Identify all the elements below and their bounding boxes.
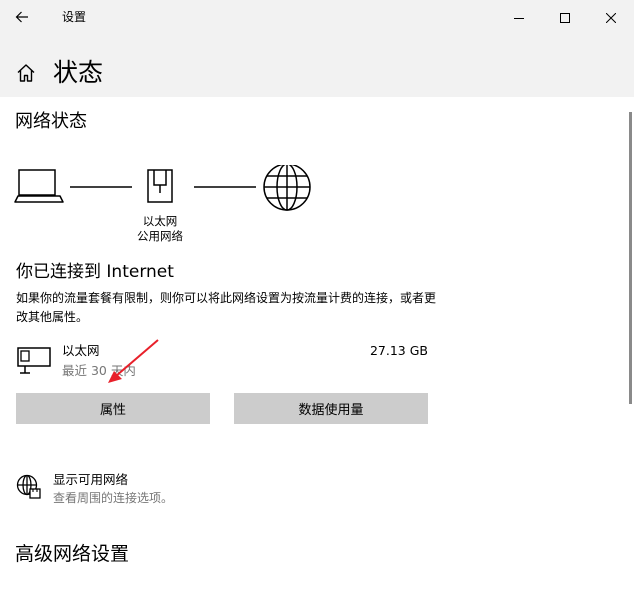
ethernet-port-icon bbox=[147, 169, 173, 203]
title-bar: 设置 bbox=[0, 0, 634, 35]
scrollbar[interactable] bbox=[629, 112, 632, 404]
minimize-button[interactable] bbox=[496, 0, 542, 35]
ethernet-name: 以太网 bbox=[62, 343, 100, 358]
properties-button[interactable]: 属性 bbox=[16, 393, 210, 424]
show-available-networks-link[interactable]: 显示可用网络 bbox=[53, 472, 128, 487]
advanced-settings-title: 高级网络设置 bbox=[15, 543, 130, 565]
close-icon bbox=[606, 12, 616, 23]
maximize-icon bbox=[560, 12, 570, 23]
available-networks-description: 查看周围的连接选项。 bbox=[53, 491, 174, 505]
close-button[interactable] bbox=[588, 0, 634, 35]
annotation-arrow bbox=[108, 339, 159, 383]
connection-status-heading: 你已连接到 Internet bbox=[16, 262, 174, 282]
globe-icon bbox=[263, 165, 311, 211]
adapter-name: 以太网 bbox=[142, 214, 178, 228]
ethernet-adapter-icon bbox=[17, 347, 51, 374]
arrow-left-icon bbox=[15, 11, 28, 23]
connection-description: 如果你的流量套餐有限制，则你可以将此网络设置为按流量计费的连接，或者更改其他属性… bbox=[16, 291, 437, 324]
home-icon[interactable] bbox=[16, 63, 36, 83]
maximize-button[interactable] bbox=[542, 0, 588, 35]
data-usage-value: 27.13 GB bbox=[369, 343, 428, 358]
network-diagram bbox=[14, 165, 311, 211]
page-title: 状态 bbox=[53, 58, 104, 87]
minimize-icon bbox=[514, 17, 524, 19]
available-networks-icon[interactable] bbox=[16, 474, 42, 500]
network-type: 公用网络 bbox=[137, 229, 183, 243]
back-button[interactable] bbox=[4, 2, 40, 32]
network-status-title: 网络状态 bbox=[15, 111, 87, 132]
window-title: 设置 bbox=[62, 10, 87, 24]
data-usage-button[interactable]: 数据使用量 bbox=[234, 393, 428, 424]
laptop-icon bbox=[14, 169, 64, 203]
adapter-label: 以太网 公用网络 bbox=[120, 214, 200, 244]
